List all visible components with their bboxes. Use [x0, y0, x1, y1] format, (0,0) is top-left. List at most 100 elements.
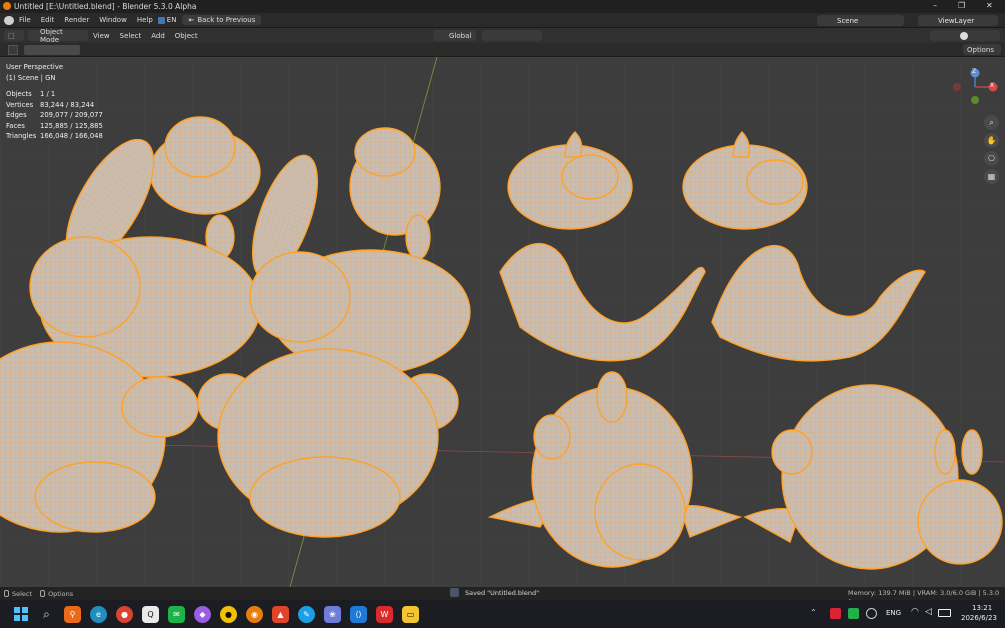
editor-type-button[interactable]: ⬚: [4, 30, 24, 41]
checkbox-icon: [157, 16, 165, 24]
file-explorer-icon[interactable]: ▭: [402, 605, 419, 623]
stat-label: Vertices: [6, 100, 34, 109]
stat-label: Triangles: [6, 132, 37, 140]
wps-app-icon[interactable]: W: [376, 605, 393, 623]
tool-settings-row: Options: [0, 43, 1005, 57]
menu-add[interactable]: Add: [146, 32, 170, 40]
stat-row: Objects 1 / 1: [6, 89, 103, 100]
search-icon[interactable]: ⌕: [38, 606, 55, 623]
chrome-browser-icon[interactable]: ●: [116, 605, 133, 623]
back-button-label: Back to Previous: [197, 16, 256, 24]
options-label: Options: [967, 45, 995, 54]
status-select-label: Select: [12, 589, 33, 598]
camera-view-icon[interactable]: ⎔: [984, 151, 999, 166]
minimize-button[interactable]: –: [933, 1, 937, 10]
yellow-app-icon[interactable]: ●: [220, 605, 237, 623]
scene-info-label: (1) Scene | GN: [6, 73, 56, 82]
back-arrow-icon: ⇤: [188, 16, 195, 24]
navigation-gizmo[interactable]: Z X: [950, 67, 1000, 107]
stat-label: Edges: [6, 111, 27, 119]
magnifier-app-icon[interactable]: ⚲: [64, 605, 81, 623]
close-window-button[interactable]: ✕: [986, 1, 993, 10]
stat-label: Objects: [6, 90, 32, 98]
menu-file[interactable]: File: [14, 16, 36, 24]
stat-value: 1 / 1: [40, 90, 56, 98]
wifi-icon[interactable]: ◠: [911, 607, 919, 617]
ime-label: EN: [166, 16, 177, 24]
gallery-app-icon[interactable]: ❀: [324, 605, 341, 623]
status-options-label: Options: [48, 589, 74, 598]
stat-value: 125,885 / 125,885: [40, 121, 103, 130]
viewport-header: ⬚ Object Mode View Select Add Object Glo…: [0, 28, 1005, 44]
tray-wechat-icon[interactable]: [848, 608, 859, 619]
pan-hand-icon[interactable]: ✋: [984, 133, 999, 148]
options-button[interactable]: Options: [963, 44, 1001, 55]
mode-dropdown[interactable]: Object Mode: [28, 28, 88, 44]
stat-row: Faces 125,885 / 125,885: [6, 121, 103, 132]
qq-app-icon[interactable]: Q: [142, 605, 159, 623]
blender-menu-icon[interactable]: [4, 15, 14, 25]
snap-toggle[interactable]: [482, 30, 542, 41]
back-to-previous-button[interactable]: ⇤ Back to Previous: [182, 15, 262, 25]
windows-start-icon[interactable]: [12, 606, 29, 623]
viewport-scene: [0, 57, 1005, 587]
maximize-button[interactable]: ❐: [958, 1, 965, 10]
stat-row: Triangles 166,048 / 166,048: [6, 131, 103, 142]
window-title: Untitled [E:\Untitled.blend] - Blender 5…: [14, 2, 197, 11]
active-tool-icon[interactable]: [8, 45, 18, 55]
menu-edit[interactable]: Edit: [36, 16, 60, 24]
viewport-info: User Perspective (1) Scene | GN: [6, 62, 63, 83]
windows-taskbar: ⌕ ⚲ e ● Q ✉ ◆ ● ◉ ▲ ✎ ❀ ⟨⟩ W ▭ ⌃ ENG ◠ ◁…: [0, 600, 1005, 628]
status-message: Saved "Untitled.blend": [450, 588, 539, 597]
menu-window[interactable]: Window: [94, 16, 132, 24]
status-bar: Select Options Saved "Untitled.blend" Me…: [0, 587, 1005, 605]
vscode-icon[interactable]: ⟨⟩: [350, 605, 367, 623]
wechat-app-icon[interactable]: ✉: [168, 605, 185, 623]
battery-icon[interactable]: [938, 609, 951, 617]
saved-message: Saved "Untitled.blend": [465, 588, 540, 597]
blender-logo-icon: [3, 2, 11, 10]
grid-view-icon[interactable]: ▦: [984, 169, 999, 184]
gizmo-x-label: X: [990, 82, 995, 89]
viewport-stats: Objects 1 / 1 Vertices 83,244 / 83,244 Edg…: [6, 89, 103, 142]
tray-app-icon[interactable]: [830, 608, 841, 619]
scene-label: Scene: [837, 16, 859, 25]
volume-icon[interactable]: ◁: [925, 607, 932, 617]
tray-chevron-icon[interactable]: ⌃: [810, 608, 817, 617]
mouse-icon: [40, 590, 46, 597]
solid-shading-icon[interactable]: [960, 31, 968, 40]
viewlayer-label: ViewLayer: [938, 16, 975, 25]
zoom-icon[interactable]: ⌕: [984, 115, 999, 130]
menu-render[interactable]: Render: [59, 16, 94, 24]
3d-viewport[interactable]: User Perspective (1) Scene | GN Objects 1…: [0, 57, 1005, 587]
stat-value: 209,077 / 209,077: [40, 111, 103, 119]
stat-row: Edges 209,077 / 209,077: [6, 110, 103, 121]
stat-value: 83,244 / 83,244: [40, 100, 95, 109]
scene-selector[interactable]: Scene: [817, 15, 904, 26]
purple-app-icon[interactable]: ◆: [194, 605, 211, 623]
clock-time[interactable]: 13:21: [972, 604, 992, 612]
info-icon: [450, 588, 459, 597]
menu-help[interactable]: Help: [132, 16, 158, 24]
chat-app-icon[interactable]: ✎: [298, 605, 315, 623]
edge-browser-icon[interactable]: e: [90, 605, 107, 623]
tray-network-icon[interactable]: [866, 608, 877, 619]
mouse-icon: [4, 590, 9, 597]
menu-select[interactable]: Select: [115, 32, 147, 40]
transform-orientation-dropdown[interactable]: Global: [433, 30, 476, 41]
shading-modes[interactable]: [930, 30, 1000, 41]
language-indicator[interactable]: ENG: [886, 609, 901, 617]
clock-date[interactable]: 2026/6/23: [961, 614, 997, 622]
red-app-icon[interactable]: ▲: [272, 605, 289, 623]
window-titlebar: Untitled [E:\Untitled.blend] - Blender 5…: [0, 0, 1005, 13]
stat-value: 166,048 / 166,048: [40, 132, 103, 140]
selection-mode-buttons[interactable]: [24, 45, 80, 55]
stat-row: Vertices 83,244 / 83,244: [6, 100, 103, 111]
blender-app-icon[interactable]: ◉: [246, 605, 263, 623]
ime-toggle[interactable]: EN: [157, 16, 177, 24]
menu-object[interactable]: Object: [170, 32, 203, 40]
top-menubar: File Edit Render Window Help EN ⇤ Back t…: [0, 13, 1005, 28]
menu-view[interactable]: View: [88, 32, 115, 40]
stat-label: Faces: [6, 121, 25, 130]
viewlayer-selector[interactable]: ViewLayer: [918, 15, 998, 26]
